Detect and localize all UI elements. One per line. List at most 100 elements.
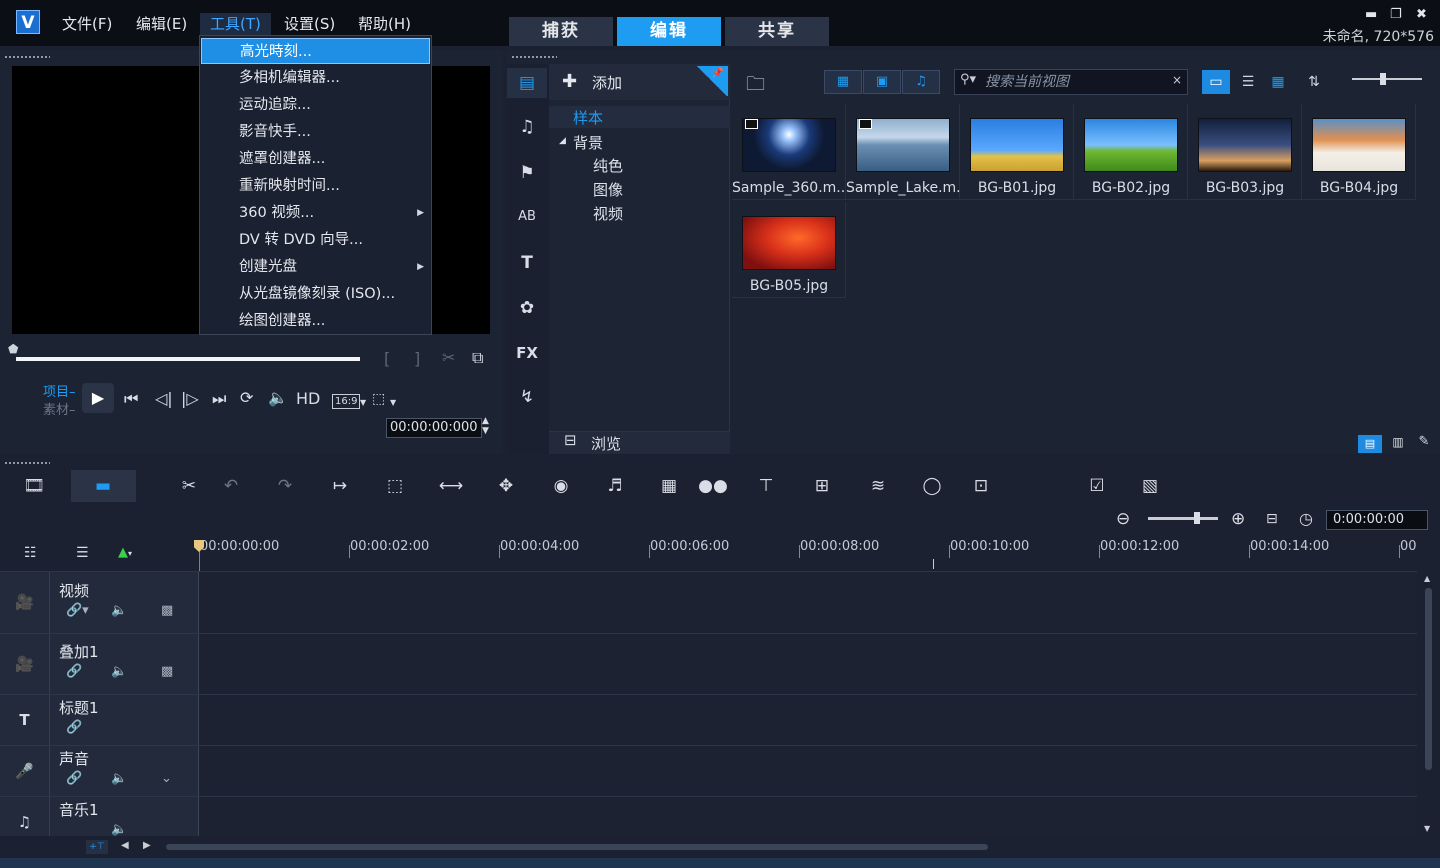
mark-out-icon[interactable]: ]	[414, 349, 420, 368]
hd-toggle[interactable]: HD	[296, 389, 320, 408]
panel-grip[interactable]	[4, 55, 50, 59]
add-track-small-icon[interactable]: +⊤	[86, 840, 108, 854]
end-icon[interactable]: ⏭	[212, 389, 226, 409]
add-button[interactable]: 添加	[592, 72, 622, 93]
mask-icon[interactable]: ◯	[917, 474, 947, 498]
view-thumbnail-button[interactable]: ▭	[1202, 70, 1230, 94]
menu-item-multicam[interactable]: 多相机编辑器...	[201, 65, 430, 91]
clock-icon[interactable]: ◷	[1299, 509, 1313, 528]
timeline-view-icon[interactable]: ▬	[88, 474, 118, 498]
graphics-icon[interactable]: ✿	[507, 293, 547, 323]
pin-icon[interactable]: 📌	[696, 66, 728, 96]
tools-icon[interactable]: ✂	[174, 474, 204, 498]
filter-video-button[interactable]: ▦	[824, 70, 862, 94]
fit-timeline-icon[interactable]: ⊟	[1266, 511, 1278, 527]
zoom-in-icon[interactable]: ⊕	[1231, 509, 1245, 529]
clip-mode-label[interactable]: 素材–	[43, 399, 76, 418]
thumbnail-item[interactable]: BG-B02.jpg	[1074, 104, 1188, 200]
close-icon[interactable]: ✖	[1416, 7, 1427, 22]
audio-wave-icon[interactable]: ♬	[600, 474, 630, 498]
redo-icon[interactable]: ↷	[270, 474, 300, 498]
edit-icon[interactable]: ✎	[1414, 434, 1434, 452]
preview-timecode[interactable]: 00:00:00:000	[386, 418, 482, 438]
track-motion-icon[interactable]: ⊡	[966, 474, 996, 498]
horizontal-scroll-thumb[interactable]	[166, 844, 988, 850]
tab-share[interactable]: 共享	[725, 17, 829, 46]
menu-item-quick-project[interactable]: 影音快手...	[201, 119, 430, 145]
track-manager-icon[interactable]: ☷	[24, 545, 37, 561]
title-ab-icon[interactable]: AB	[507, 202, 547, 232]
panel-grip[interactable]	[4, 461, 50, 465]
menu-edit[interactable]: 编辑(E)	[126, 13, 197, 35]
vertical-scroll-thumb[interactable]	[1425, 588, 1432, 770]
chevron-down-icon[interactable]: ▼	[360, 398, 366, 407]
tree-item-image[interactable]: 图像	[593, 179, 623, 200]
thumbnail-item[interactable]: Sample_360.m...	[732, 104, 846, 200]
track-volume-icon[interactable]: 🔈	[111, 664, 127, 679]
plus-icon[interactable]: ✚	[562, 71, 577, 92]
motion-icon[interactable]: ≋	[863, 474, 893, 498]
menu-item-time-remap[interactable]: 重新映射时间...	[201, 173, 430, 199]
zoom-slider[interactable]	[1148, 517, 1218, 520]
track-volume-icon[interactable]: 🔈	[111, 822, 127, 837]
link-icon[interactable]: 🔗	[66, 720, 82, 735]
menu-settings[interactable]: 设置(S)	[274, 13, 345, 35]
title-icon[interactable]: T	[507, 248, 547, 278]
blend-icon[interactable]: ●●	[698, 474, 728, 498]
zoom-out-icon[interactable]: ⊖	[1116, 509, 1130, 529]
repeat-icon[interactable]: ⟳	[240, 388, 253, 407]
track-row[interactable]	[0, 796, 1417, 836]
checklist-icon[interactable]: ☑	[1082, 474, 1112, 498]
timeline-timecode[interactable]: 0:00:00:00	[1326, 510, 1428, 530]
import-folder-icon[interactable]: 🗀	[746, 70, 765, 102]
transition-icon[interactable]: ⚑	[507, 158, 547, 188]
aspect-ratio-button[interactable]: 16:9	[332, 394, 361, 409]
track-row[interactable]	[0, 745, 1417, 796]
minimize-icon[interactable]: ▬	[1365, 7, 1377, 22]
menu-item-create-disc[interactable]: 创建光盘 ▶	[201, 254, 430, 280]
menu-item-burn-iso[interactable]: 从光盘镜像刻录 (ISO)...	[201, 281, 430, 307]
thumbnail-size-slider[interactable]	[1352, 78, 1422, 80]
link-icon[interactable]: 🔗	[66, 771, 82, 786]
play-button[interactable]: ▶	[82, 383, 114, 413]
thumbnail-item[interactable]: BG-B03.jpg	[1188, 104, 1302, 200]
enlarge-icon[interactable]: ⧉	[472, 348, 483, 368]
next-frame-icon[interactable]: |▷	[181, 389, 199, 408]
zoom-slider-handle[interactable]	[1194, 512, 1200, 524]
fit-icon[interactable]: ↦	[325, 474, 355, 498]
layout-icon[interactable]: ▤	[1358, 435, 1382, 453]
undo-icon[interactable]: ↶	[216, 474, 246, 498]
crop-frame-icon[interactable]: ⬚	[380, 474, 410, 498]
scrub-handle-icon[interactable]: ⬟	[8, 342, 20, 356]
scroll-up-icon[interactable]: ▲	[1424, 574, 1430, 583]
track-grid-icon[interactable]: ▩	[161, 603, 173, 618]
view-grid-button[interactable]: ▦	[1264, 70, 1292, 94]
menu-item-mask-creator[interactable]: 遮罩创建器...	[201, 146, 430, 172]
menu-help[interactable]: 帮助(H)	[348, 13, 421, 35]
scrub-bar[interactable]	[16, 357, 360, 361]
track-grid-icon[interactable]: ▩	[161, 664, 173, 679]
thumbnail-item[interactable]: Sample_Lake.m...	[846, 104, 960, 200]
track-row[interactable]	[0, 571, 1417, 633]
mark-in-icon[interactable]: [	[384, 349, 390, 368]
timecode-stepper-icon[interactable]: ▲ ▼	[482, 416, 489, 436]
timeline-settings-icon[interactable]: ▧	[1135, 474, 1165, 498]
path-icon[interactable]: ↯	[507, 382, 547, 412]
add-track-icon[interactable]: ☰	[76, 545, 89, 561]
tree-item-background[interactable]: 背景	[573, 132, 603, 153]
view-list-button[interactable]: ☰	[1234, 70, 1262, 94]
home-icon[interactable]: ⏮	[124, 389, 138, 409]
menu-item-dv-to-dvd[interactable]: DV 转 DVD 向导...	[201, 227, 430, 253]
tab-edit[interactable]: 编辑	[617, 17, 721, 46]
menu-item-360-video[interactable]: 360 视频... ▶	[201, 200, 430, 226]
subtitle-icon[interactable]: ⊤	[751, 474, 781, 498]
tree-item-sample[interactable]: 样本	[573, 107, 603, 128]
link-icon[interactable]: 🔗	[66, 664, 82, 679]
menu-file[interactable]: 文件(F)	[52, 13, 122, 35]
move-icon[interactable]: ✥	[491, 474, 521, 498]
slider-handle[interactable]	[1380, 73, 1386, 85]
browse-icon[interactable]: ⊟	[564, 431, 577, 449]
scroll-down-icon[interactable]: ▼	[1424, 824, 1430, 833]
multi-cam-icon[interactable]: ▦	[654, 474, 684, 498]
menu-item-highlight[interactable]: 高光時刻...	[201, 38, 430, 64]
